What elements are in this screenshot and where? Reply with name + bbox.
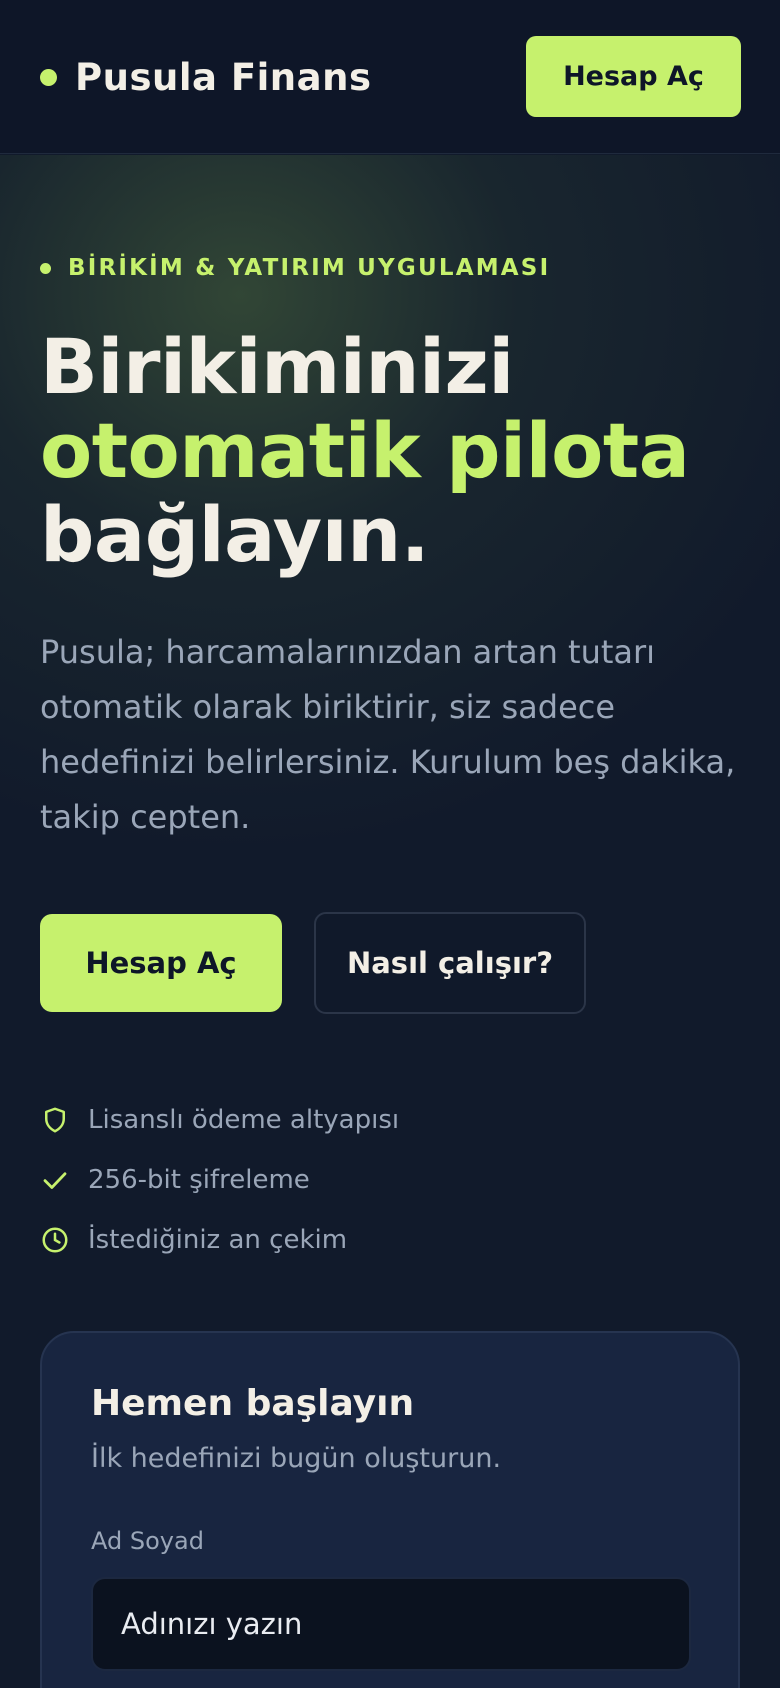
clock-icon (42, 1227, 68, 1253)
headline-line-3: bağlayın. (40, 490, 430, 579)
header-open-account-button[interactable]: Hesap Aç (526, 36, 741, 117)
hero-eyebrow: BİRİKİM & YATIRIM UYGULAMASI (40, 255, 550, 281)
feature-text: İstediğiniz an çekim (88, 1225, 348, 1255)
shield-icon (45, 1107, 65, 1133)
hero-description: Pusula; harcamalarınızdan artan tutarı o… (40, 633, 736, 836)
brand-logo[interactable]: Pusula Finans (40, 52, 371, 102)
headline-line-2: otomatik pilota (40, 406, 690, 495)
feature-item: 256-bit şifreleme (40, 1160, 399, 1200)
site-header: Pusula Finans Hesap Aç (0, 0, 780, 154)
headline-line-1: Birikiminizi (40, 322, 514, 411)
check-icon (43, 1172, 67, 1189)
brand-dot-icon (40, 68, 57, 86)
feature-item: Lisanslı ödeme altyapısı (40, 1100, 399, 1140)
feature-text: Lisanslı ödeme altyapısı (88, 1105, 400, 1135)
eyebrow-text: BİRİKİM & YATIRIM UYGULAMASI (68, 255, 551, 281)
feature-text: 256-bit şifreleme (88, 1165, 310, 1195)
feature-item: İstediğiniz an çekim (40, 1220, 399, 1260)
eyebrow-dot-icon (40, 262, 51, 274)
hero-section: BİRİKİM & YATIRIM UYGULAMASI Birikiminiz… (0, 155, 780, 1688)
brand-name: Pusula Finans (75, 55, 372, 99)
how-it-works-button[interactable]: Nasıl çalışır? (314, 912, 586, 1014)
signup-title: Hemen başlayın (91, 1383, 415, 1424)
feature-list: Lisanslı ödeme altyapısı 256-bit şifrele… (40, 1100, 399, 1280)
signup-subtitle: İlk hedefinizi bugün oluşturun. (91, 1443, 502, 1474)
open-account-button[interactable]: Hesap Aç (40, 914, 282, 1012)
name-field-label: Ad Soyad (91, 1527, 204, 1555)
signup-card: Hemen başlayın İlk hedefinizi bugün oluş… (40, 1331, 740, 1688)
name-field[interactable] (91, 1577, 691, 1671)
hero-headline: Birikiminizi otomatik pilota bağlayın. (40, 325, 740, 577)
